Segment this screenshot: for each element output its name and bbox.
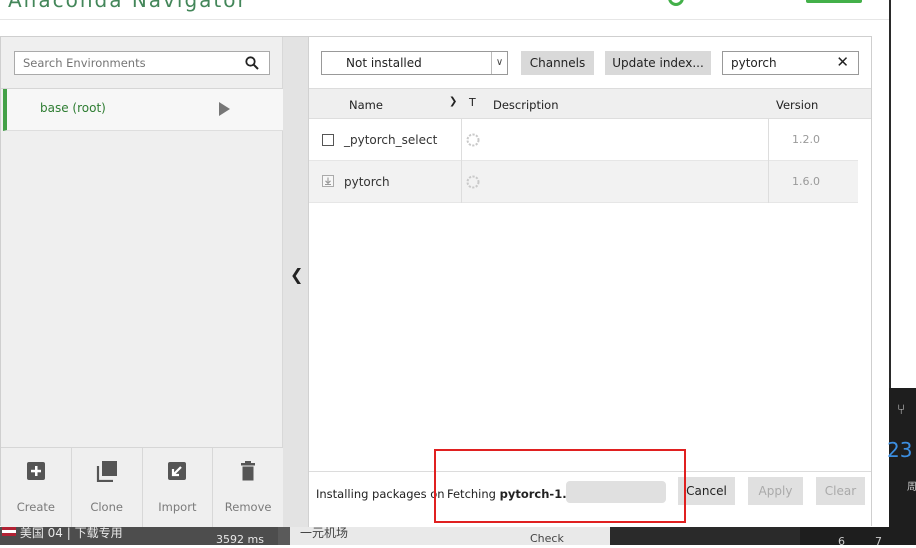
import-icon: [168, 462, 187, 480]
package-version: 1.2.0: [792, 133, 820, 146]
package-checkbox[interactable]: [322, 134, 334, 146]
taskbar-latency: 3592 ms: [216, 533, 264, 546]
window-title: Anaconda Navigator: [8, 0, 248, 12]
taskbar-proxy-item: 美国 04 | 下载专用 3592 ms: [0, 526, 278, 546]
package-filter-value: Not installed: [346, 56, 422, 70]
clear-button[interactable]: Clear: [816, 477, 865, 505]
create-label: Create: [16, 500, 55, 514]
download-marked-icon[interactable]: [322, 175, 334, 187]
table-header: Name ❯ T Description Version: [309, 89, 871, 119]
create-button[interactable]: Create: [1, 448, 72, 527]
header-action-button[interactable]: [806, 0, 862, 3]
install-status-bar: Installing packages on Fetching pytorch-…: [309, 471, 871, 527]
status-dot-icon: [668, 0, 684, 6]
background-taskbar: 美国 04 | 下载专用 3592 ms 一元机场 Check 6 7: [0, 526, 916, 548]
panel-collapse-bar[interactable]: ❮: [283, 37, 309, 527]
taskbar-check-button[interactable]: Check: [530, 533, 564, 545]
column-divider: [768, 119, 769, 203]
packages-table: Name ❯ T Description Version _pytorch_se…: [309, 89, 871, 203]
remove-label: Remove: [224, 500, 272, 514]
column-header-type[interactable]: T: [469, 96, 476, 109]
taskbar-divider: [278, 527, 290, 545]
loading-spinner-icon: [466, 175, 480, 189]
fetching-status: Fetching pytorch-1.4: [447, 487, 575, 501]
window-header: Anaconda Navigator: [0, 0, 889, 20]
chevron-left-icon[interactable]: ❮: [290, 265, 303, 284]
installing-status-text: Installing packages on: [316, 487, 445, 501]
apply-button[interactable]: Apply: [748, 477, 803, 505]
search-icon[interactable]: [245, 56, 259, 70]
table-row[interactable]: _pytorch_select 1.2.0: [309, 119, 858, 161]
import-label: Import: [158, 500, 197, 514]
background-editor-panel: ⑂ 23 周: [887, 388, 916, 545]
clock-digit: 7: [875, 535, 882, 548]
search-environments-input[interactable]: [15, 52, 235, 74]
taskbar-clock: 6 7: [800, 527, 916, 548]
background-number: 23: [887, 438, 913, 462]
channels-button[interactable]: Channels: [521, 51, 594, 75]
play-icon[interactable]: [219, 102, 230, 116]
progress-bar: [566, 481, 666, 503]
remove-button[interactable]: Remove: [213, 448, 283, 527]
package-filter-select[interactable]: Not installed ∨: [321, 51, 508, 75]
package-name: pytorch: [344, 175, 390, 189]
environment-actions: Create Clone Import Remove: [1, 447, 283, 527]
background-window-edge: [889, 0, 916, 388]
environments-dialog: base (root) Create Clone: [0, 36, 872, 527]
packages-pane: Not installed ∨ Channels Update index...…: [309, 37, 871, 527]
taskbar-service-label: 一元机场: [300, 526, 349, 540]
search-environments-field[interactable]: [14, 51, 270, 75]
trash-icon: [241, 461, 256, 481]
taskbar-proxy-label: 美国 04 | 下载专用: [19, 526, 123, 540]
git-branch-icon: ⑂: [897, 402, 906, 418]
clock-digit: 6: [838, 535, 845, 548]
plus-square-icon: [26, 462, 45, 480]
clone-label: Clone: [90, 500, 123, 514]
package-search-input[interactable]: pytorch ✕: [722, 51, 859, 75]
package-version: 1.6.0: [792, 175, 820, 188]
loading-spinner-icon: [466, 133, 480, 147]
close-icon[interactable]: ✕: [836, 53, 849, 71]
package-search-value: pytorch: [731, 56, 777, 70]
column-header-version[interactable]: Version: [776, 98, 818, 112]
taskbar-dark-segment: [610, 527, 800, 545]
environments-panel: base (root) Create Clone: [1, 37, 283, 527]
update-index-button[interactable]: Update index...: [605, 51, 711, 75]
chevron-down-icon[interactable]: ∨: [491, 52, 507, 74]
clone-button[interactable]: Clone: [72, 448, 143, 527]
sort-chevron-icon[interactable]: ❯: [449, 96, 457, 107]
packages-toolbar: Not installed ∨ Channels Update index...…: [309, 37, 871, 89]
column-divider: [461, 119, 462, 203]
column-header-name[interactable]: Name: [349, 98, 383, 112]
taskbar-service-item: 一元机场 Check: [290, 527, 610, 545]
import-button[interactable]: Import: [143, 448, 214, 527]
background-cjk-label: 周: [907, 482, 916, 493]
fetching-package: pytorch-1.4: [499, 487, 575, 501]
environment-item-base[interactable]: base (root): [3, 89, 283, 131]
column-header-description[interactable]: Description: [493, 98, 559, 112]
cancel-button[interactable]: Cancel: [678, 477, 735, 505]
flag-icon: [2, 527, 16, 536]
fetching-prefix: Fetching: [447, 487, 496, 501]
package-name: _pytorch_select: [344, 133, 438, 147]
copy-icon: [96, 461, 117, 482]
environment-name: base (root): [40, 101, 106, 115]
table-row[interactable]: pytorch 1.6.0: [309, 161, 858, 203]
